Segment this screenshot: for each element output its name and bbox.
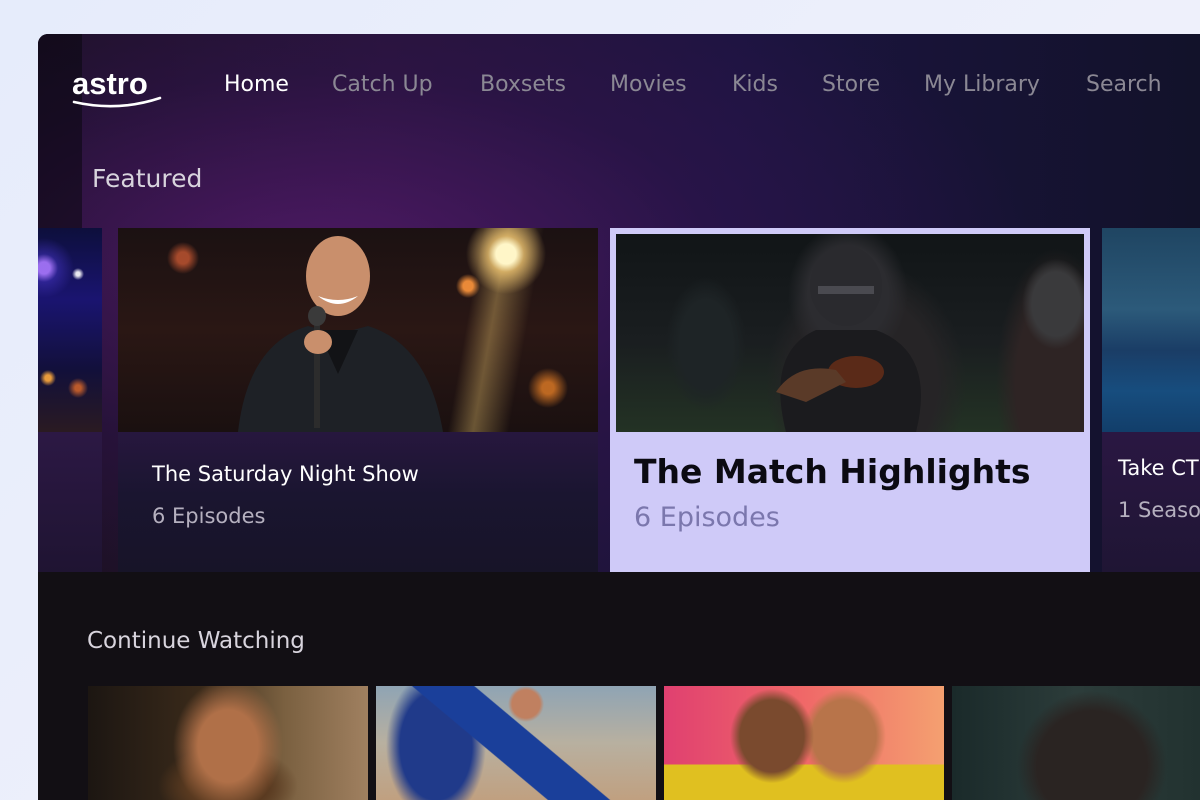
continue-watching-tile[interactable] xyxy=(664,686,944,800)
card-info xyxy=(38,432,102,572)
card-info: The Match Highlights 6 Episodes xyxy=(610,432,1090,572)
nav-item-home[interactable]: Home xyxy=(224,72,289,97)
continue-watching-tile[interactable] xyxy=(952,686,1200,800)
left-edge-shade xyxy=(38,34,82,228)
card-subtitle: 6 Episodes xyxy=(634,502,780,533)
nav-item-catch-up[interactable]: Catch Up xyxy=(332,72,433,97)
continue-watching-tile[interactable] xyxy=(376,686,656,800)
featured-card-partial-left[interactable] xyxy=(38,228,102,572)
nav-item-movies[interactable]: Movies xyxy=(610,72,687,97)
featured-card-match-highlights[interactable]: The Match Highlights 6 Episodes xyxy=(610,228,1090,572)
card-subtitle: 6 Episodes xyxy=(152,504,266,528)
tv-screen: astro Home Catch Up Boxsets Movies Kids … xyxy=(38,34,1200,800)
nav-item-my-library[interactable]: My Library xyxy=(924,72,1040,97)
card-info: Take CT 1 Seaso xyxy=(1102,432,1200,572)
comedian-thumbnail xyxy=(118,228,598,432)
nav-item-store[interactable]: Store xyxy=(822,72,880,97)
featured-card-saturday-night-show[interactable]: The Saturday Night Show 6 Episodes xyxy=(118,228,598,572)
continue-watching-tile[interactable] xyxy=(88,686,368,800)
logo-text: astro xyxy=(72,68,148,101)
football-thumbnail xyxy=(616,234,1084,432)
featured-card-partial-right[interactable]: Take CT 1 Seaso xyxy=(1102,228,1200,572)
card-info: The Saturday Night Show 6 Episodes xyxy=(118,432,598,572)
card-subtitle: 1 Seaso xyxy=(1118,498,1200,522)
nav-item-kids[interactable]: Kids xyxy=(732,72,778,97)
comedian-figure xyxy=(238,236,443,432)
concert-thumbnail xyxy=(38,228,102,432)
featured-heading: Featured xyxy=(92,164,203,193)
astro-logo: astro xyxy=(72,68,162,108)
card-title: Take CT xyxy=(1118,456,1199,480)
nav-item-search[interactable]: Search xyxy=(1086,72,1162,97)
football-player-figure xyxy=(776,246,921,432)
nav-item-boxsets[interactable]: Boxsets xyxy=(480,72,566,97)
continue-watching-heading: Continue Watching xyxy=(87,628,305,654)
lake-thumbnail xyxy=(1102,228,1200,432)
card-title: The Match Highlights xyxy=(634,452,1031,491)
card-title: The Saturday Night Show xyxy=(152,462,419,486)
